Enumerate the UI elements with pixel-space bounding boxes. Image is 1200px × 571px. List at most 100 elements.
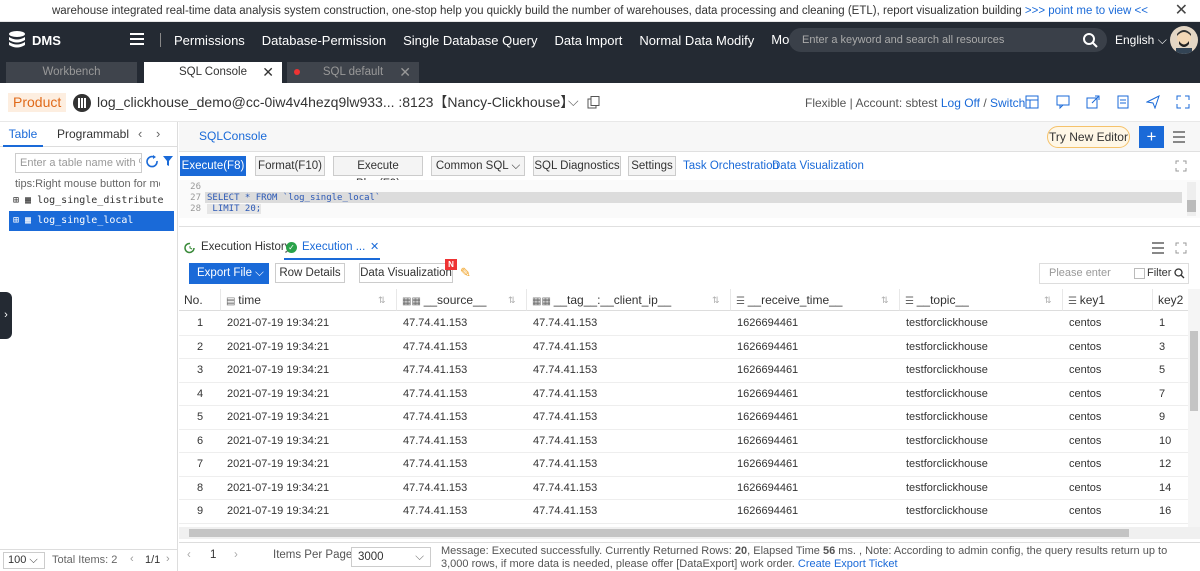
table-cell[interactable]: 14 (1153, 477, 1188, 500)
table-cell[interactable]: 2021-07-19 19:34:21 (221, 383, 397, 406)
table-cell[interactable]: 10 (1153, 430, 1188, 453)
task-orchestration-link[interactable]: Task Orchestration (683, 160, 779, 172)
table-cell[interactable]: 47.74.41.153 (527, 500, 731, 524)
execute-button[interactable]: Execute(F8) (180, 156, 246, 176)
table-cell[interactable]: testforclickhouse (900, 430, 1063, 453)
row-number-cell[interactable]: 2 (179, 336, 221, 359)
column-header[interactable]: ▦▦ __source__ ⇅ (397, 289, 527, 311)
sort-icon[interactable]: ⇅ (508, 294, 518, 306)
column-header[interactable]: ☰ __topic__ ⇅ (900, 289, 1063, 311)
table-cell[interactable]: 1626694461 (731, 406, 900, 430)
column-header[interactable]: ▦▦ __tag__:__client_ip__ ⇅ (527, 289, 731, 311)
chevron-right-icon[interactable]: › (234, 549, 238, 561)
tab-sqlconsole[interactable]: SQLConsole (199, 129, 267, 143)
table-cell[interactable]: 47.74.41.153 (397, 430, 527, 453)
row-number-cell[interactable]: 6 (179, 430, 221, 453)
data-visualization-link[interactable]: Data Visualization (772, 160, 864, 172)
page-size-select[interactable]: 100 ⌵ (3, 552, 45, 569)
close-icon[interactable]: ✕ (262, 62, 274, 83)
table-cell[interactable]: 47.74.41.153 (527, 359, 731, 383)
table-cell[interactable]: 12 (1153, 453, 1188, 477)
filter-input[interactable]: Please enter Filter (1039, 263, 1189, 284)
tab-execution[interactable]: ✓ Execution ... ✕ (284, 238, 380, 260)
table-cell[interactable]: centos (1063, 312, 1153, 336)
table-cell[interactable]: 2021-07-19 19:34:21 (221, 453, 397, 477)
table-cell[interactable]: centos (1063, 430, 1153, 453)
nav-permissions[interactable]: Permissions (174, 33, 245, 48)
table-cell[interactable]: testforclickhouse (900, 406, 1063, 430)
settings-button[interactable]: Settings (628, 156, 676, 176)
table-cell[interactable]: 47.74.41.153 (397, 359, 527, 383)
table-cell[interactable]: 47.74.41.153 (397, 336, 527, 359)
table-cell[interactable]: 47.74.41.153 (527, 477, 731, 500)
table-cell[interactable]: 1 (1153, 312, 1188, 336)
table-cell[interactable]: 2021-07-19 19:34:21 (221, 430, 397, 453)
data-visualization-button[interactable]: Data Visualization (359, 263, 453, 283)
editor-scrollbar[interactable] (1187, 182, 1196, 216)
table-cell[interactable]: 16 (1153, 500, 1188, 524)
table-cell[interactable]: 1626694461 (731, 500, 900, 524)
table-cell[interactable]: 1626694461 (731, 453, 900, 477)
table-cell[interactable]: 2021-07-19 19:34:21 (221, 312, 397, 336)
table-cell[interactable]: 1626694461 (731, 312, 900, 336)
table-cell[interactable]: 2021-07-19 19:34:21 (221, 359, 397, 383)
nav-single-db-query[interactable]: Single Database Query (403, 33, 537, 48)
vertical-scrollbar[interactable] (1188, 289, 1200, 527)
items-per-page-select[interactable]: 3000 ⌵ (351, 547, 431, 567)
table-cell[interactable]: 47.74.41.153 (397, 453, 527, 477)
page-number[interactable]: 1 (210, 549, 216, 561)
execute-plan-button[interactable]: Execute Plan(F9) (333, 156, 423, 190)
table-cell[interactable]: 47.74.41.153 (527, 383, 731, 406)
sql-diagnostics-button[interactable]: SQL Diagnostics (533, 156, 621, 176)
create-export-ticket-link[interactable]: Create Export Ticket (798, 558, 898, 570)
table-cell[interactable]: 7 (1153, 383, 1188, 406)
table-cell[interactable]: 2021-07-19 19:34:21 (221, 336, 397, 359)
chevron-right-icon[interactable]: › (156, 126, 160, 141)
common-sql-button[interactable]: Common SQL ⌵ (431, 156, 525, 176)
row-details-button[interactable]: Row Details (275, 263, 345, 283)
database-selector[interactable]: log_clickhouse_demo@cc-0iw4v4hezq9lw933.… (97, 93, 574, 112)
menu-hamburger-icon[interactable] (1152, 242, 1164, 254)
table-cell[interactable]: centos (1063, 453, 1153, 477)
tab-programmable[interactable]: Programmable Object (57, 122, 129, 147)
table-cell[interactable]: 2021-07-19 19:34:21 (221, 500, 397, 524)
table-cell[interactable]: 1626694461 (731, 359, 900, 383)
table-cell[interactable]: 47.74.41.153 (527, 453, 731, 477)
add-tab-button[interactable]: + (1139, 126, 1164, 148)
menu-hamburger-icon[interactable] (130, 33, 144, 45)
sort-icon[interactable]: ⇅ (1044, 294, 1054, 306)
table-cell[interactable]: 1626694461 (731, 430, 900, 453)
column-header[interactable]: ▤ time ⇅ (221, 289, 397, 311)
sort-icon[interactable]: ⇅ (881, 294, 891, 306)
row-number-cell[interactable]: 3 (179, 359, 221, 383)
table-cell[interactable]: testforclickhouse (900, 312, 1063, 336)
table-cell[interactable]: 47.74.41.153 (397, 383, 527, 406)
table-cell[interactable]: 1626694461 (731, 336, 900, 359)
column-header[interactable]: ☰ key1 (1063, 289, 1153, 311)
close-icon[interactable]: ✕ (370, 240, 379, 253)
table-cell[interactable]: testforclickhouse (900, 477, 1063, 500)
table-cell[interactable]: testforclickhouse (900, 383, 1063, 406)
menu-hamburger-icon[interactable] (1173, 131, 1185, 143)
tab-sql-console[interactable]: SQL Console ✕ (144, 62, 282, 83)
dms-logo[interactable]: DMS (6, 27, 66, 53)
row-number-cell[interactable]: 7 (179, 453, 221, 477)
chevron-down-icon[interactable]: ⌵ (568, 93, 579, 110)
tab-table[interactable]: Table (3, 122, 43, 147)
language-select[interactable]: English ⌵ (1115, 22, 1167, 58)
logoff-link[interactable]: Log Off (941, 96, 980, 110)
table-cell[interactable]: 47.74.41.153 (527, 430, 731, 453)
table-cell[interactable]: 1626694461 (731, 477, 900, 500)
column-header[interactable]: ☰ __receive_time__ ⇅ (731, 289, 900, 311)
chevron-left-icon[interactable]: ‹ (187, 549, 191, 561)
table-cell[interactable]: 47.74.41.153 (397, 477, 527, 500)
tab-execution-history[interactable]: Execution History (201, 241, 290, 253)
table-cell[interactable]: 47.74.41.153 (527, 312, 731, 336)
tree-item-selected[interactable]: ⊞ ▦ log_single_local (9, 211, 174, 231)
table-cell[interactable]: 9 (1153, 406, 1188, 430)
table-cell[interactable]: 47.74.41.153 (397, 312, 527, 336)
close-icon[interactable]: ✕ (399, 62, 411, 83)
format-button[interactable]: Format(F10) (255, 156, 325, 176)
chevron-left-icon[interactable]: ‹ (138, 126, 142, 141)
table-cell[interactable]: 47.74.41.153 (397, 406, 527, 430)
